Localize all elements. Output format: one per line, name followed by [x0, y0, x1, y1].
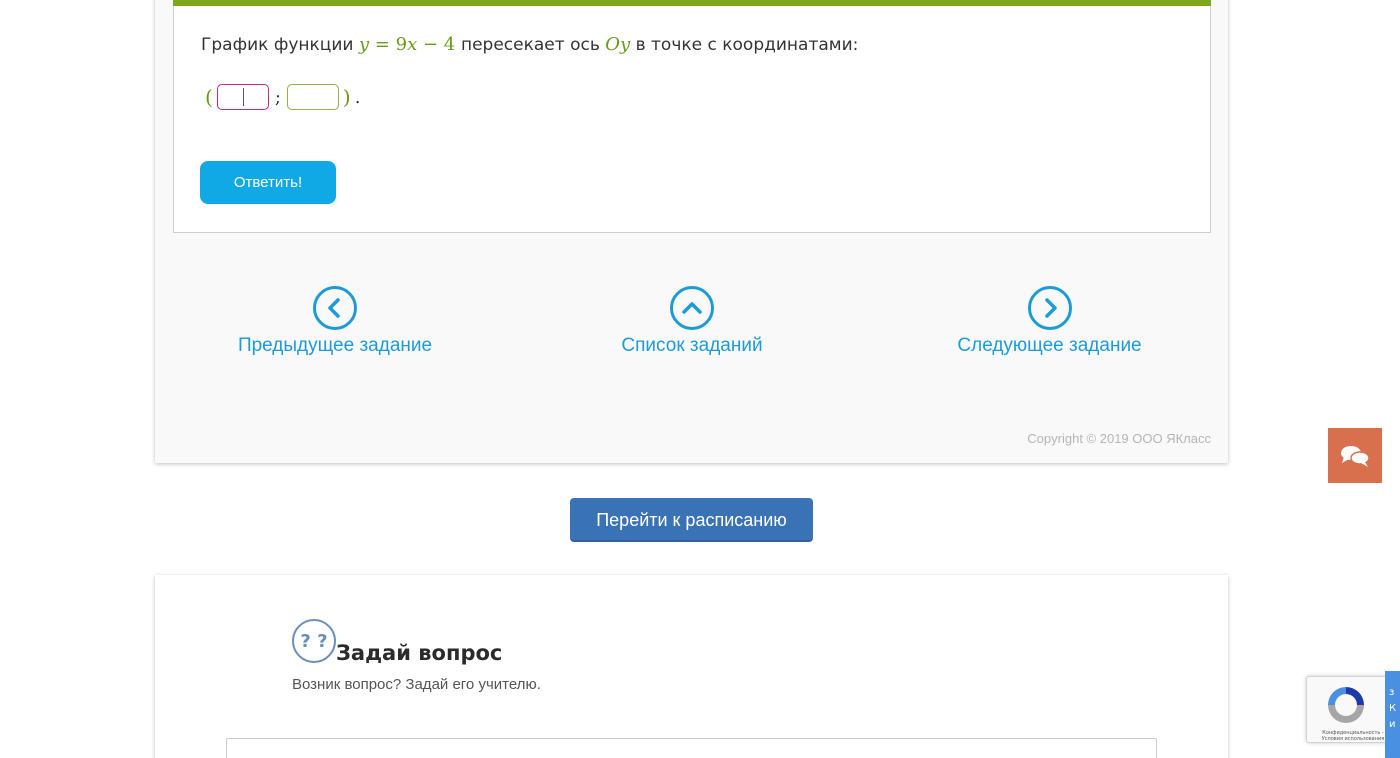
next-task-link[interactable]: Следующее задание	[957, 286, 1142, 357]
question-marks-icon: ? ?	[292, 619, 336, 663]
ask-question-card: ? ? Задай вопрос Возник вопрос? Задай ег…	[155, 575, 1228, 758]
recaptcha-side-panel: з К и	[1385, 671, 1400, 758]
go-to-schedule-button[interactable]: Перейти к расписанию	[570, 498, 813, 542]
question-text: График функции y = 9x − 4 пересекает ось…	[201, 34, 858, 55]
chevron-up-icon	[670, 286, 714, 330]
chevron-right-icon	[1027, 286, 1072, 330]
question-middle: пересекает ось	[460, 35, 600, 55]
close-paren: )	[342, 85, 351, 109]
open-paren: (	[205, 85, 213, 109]
copyright-text: Copyright © 2019 ООО ЯКласс	[1027, 431, 1211, 446]
question-end: в точке с координатами:	[635, 35, 859, 55]
question-start: График функции	[201, 35, 354, 55]
chat-button[interactable]	[1328, 428, 1382, 483]
answer-x-input[interactable]	[216, 84, 269, 110]
equation: y = 9x − 4	[358, 34, 456, 55]
question-textarea[interactable]	[226, 738, 1157, 758]
period: .	[354, 86, 361, 108]
answer-row: ( ; ) .	[201, 82, 360, 112]
prev-task-link[interactable]: Предыдущее задание	[238, 286, 432, 357]
recaptcha-icon	[1328, 687, 1364, 723]
ask-subtitle: Возник вопрос? Задай его учителю.	[292, 676, 541, 693]
text-caret	[242, 88, 244, 106]
chat-bubbles-icon	[1341, 445, 1370, 467]
prev-task-label: Предыдущее задание	[237, 335, 433, 356]
task-list-link[interactable]: Список заданий	[621, 286, 763, 357]
task-top-bar	[173, 0, 1211, 6]
next-task-label: Следующее задание	[957, 335, 1142, 356]
recaptcha-text: Конфиденциальность - Условия использован…	[1321, 730, 1385, 742]
chevron-left-icon	[313, 286, 357, 330]
ask-title: Задай вопрос	[336, 641, 503, 665]
submit-answer-button[interactable]: Ответить!	[200, 161, 336, 204]
axis-name: Oy	[605, 34, 631, 55]
separator: ;	[274, 86, 281, 108]
task-list-label: Список заданий	[621, 335, 763, 356]
task-box: График функции y = 9x − 4 пересекает ось…	[173, 0, 1211, 233]
answer-y-input[interactable]	[286, 84, 339, 110]
